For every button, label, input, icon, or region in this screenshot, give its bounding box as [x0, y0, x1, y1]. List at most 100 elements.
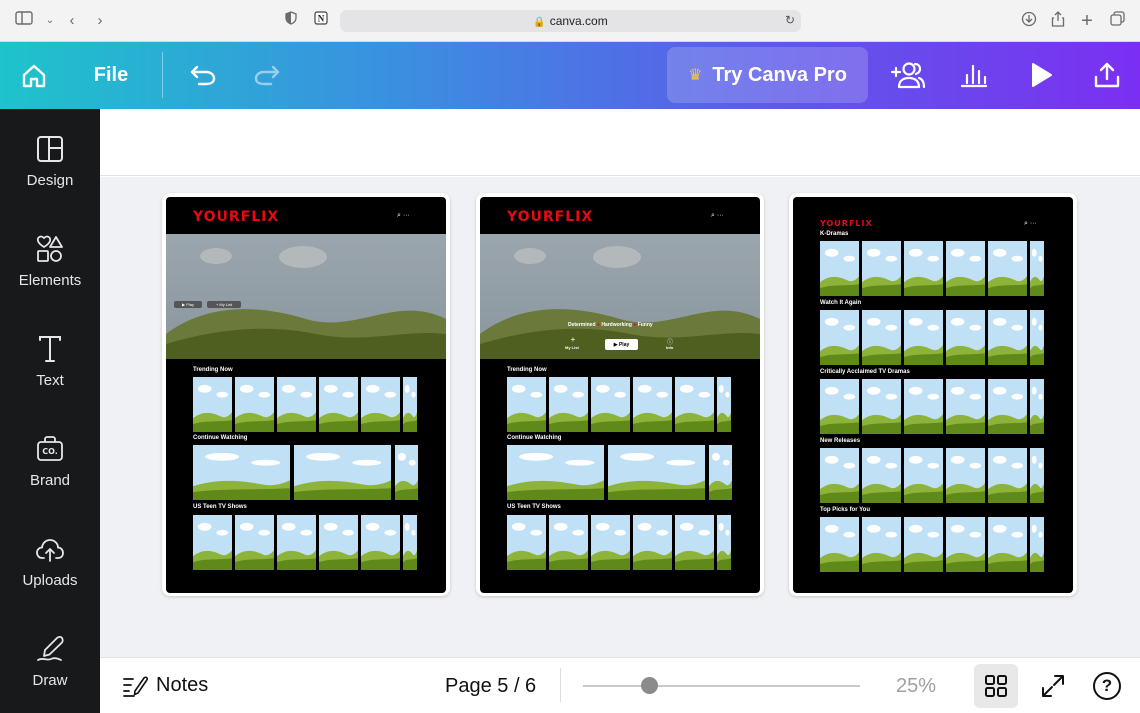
yourflix-logo: YOURFLIX	[507, 209, 594, 225]
thumbnail-tile	[946, 517, 985, 572]
sidebar-toggle-icon[interactable]	[14, 11, 34, 31]
thumbnail-tile	[988, 241, 1027, 296]
page-canvas: YOURFLIX ⌕ ··· ▶ Play + My List Trending…	[166, 197, 446, 593]
grid-view-button[interactable]	[974, 664, 1018, 708]
page-canvas: YOURFLIX ⌕ ··· Determined ● Hardworking …	[480, 197, 760, 593]
sidebar-item-brand[interactable]: CO. Brand	[0, 409, 100, 499]
page-thumbnail-5[interactable]: YOURFLIX ⌕ ··· Determined ● Hardworking …	[476, 193, 764, 596]
zoom-slider-track[interactable]	[583, 685, 860, 687]
file-menu-button[interactable]: File	[86, 60, 136, 90]
thumbnail-tile	[862, 517, 901, 572]
present-play-icon[interactable]	[1022, 56, 1060, 94]
hero-banner: ▶ Play + My List	[166, 234, 446, 359]
download-icon[interactable]	[1019, 11, 1039, 31]
text-icon	[39, 336, 61, 362]
thumbnail-tile	[549, 377, 588, 432]
hero-banner: Determined ● Hardworking ● Funny + My Li…	[480, 234, 760, 359]
redo-icon[interactable]	[250, 58, 284, 92]
shapes-icon	[36, 235, 63, 262]
shield-icon[interactable]	[281, 11, 301, 31]
sidebar-item-draw[interactable]: Draw	[0, 609, 100, 699]
url-text: canva.com	[549, 14, 608, 28]
undo-icon[interactable]	[186, 58, 220, 92]
back-icon[interactable]: ‹	[62, 11, 82, 31]
expand-icon	[1042, 675, 1064, 697]
sidebar-item-design[interactable]: Design	[0, 109, 100, 199]
thumbnail-tile	[820, 448, 859, 503]
insights-chart-icon[interactable]	[955, 56, 993, 94]
thumbnail-tile	[1030, 379, 1044, 434]
chevron-down-icon[interactable]: ⌄	[40, 11, 60, 31]
thumbnail-tile	[549, 515, 588, 570]
row-label: Continue Watching	[507, 435, 562, 441]
thumbnail-tile	[633, 377, 672, 432]
thumbnail-tile	[862, 448, 901, 503]
reload-icon[interactable]: ↻	[785, 13, 795, 27]
context-toolbar	[100, 109, 1140, 176]
notes-button[interactable]: Notes	[122, 674, 208, 697]
page-canvas: YOURFLIX ⌕ ··· K-Dramas Watch It Again C…	[793, 197, 1073, 593]
hero-my-list-button: + My List	[207, 301, 241, 308]
layout-icon	[37, 136, 63, 162]
search-icon: ⌕ ···	[711, 212, 724, 219]
thumbnail-tile	[235, 515, 274, 570]
thumbnail-tile	[1030, 241, 1044, 296]
sidebar-item-label: Draw	[32, 672, 68, 689]
zoom-slider-handle[interactable]	[641, 677, 658, 694]
notion-extension-icon[interactable]: N	[311, 11, 331, 31]
sidebar-item-text[interactable]: Text	[0, 309, 100, 399]
thumbnail-tile	[277, 377, 316, 432]
row-label: Continue Watching	[193, 435, 248, 441]
thumbnail-tile	[862, 241, 901, 296]
page-thumbnail-4[interactable]: YOURFLIX ⌕ ··· ▶ Play + My List Trending…	[162, 193, 450, 596]
thumbnail-tile	[820, 379, 859, 434]
try-canva-pro-button[interactable]: ♛ Try Canva Pro	[667, 47, 868, 103]
sidebar-item-label: Text	[36, 372, 64, 389]
thumbnail-tile	[717, 515, 731, 570]
thumbnail-tile	[1030, 517, 1044, 572]
svg-text:CO.: CO.	[42, 447, 58, 456]
share-upload-icon[interactable]	[1088, 56, 1126, 94]
thumbnail-tile	[633, 515, 672, 570]
crown-icon: ♛	[688, 67, 703, 84]
hero-my-list-label: My List	[565, 345, 579, 350]
row-label: US Teen TV Shows	[507, 504, 561, 510]
tagline-word: Funny	[637, 322, 653, 328]
thumbnail-tile	[395, 445, 418, 500]
thumbnail-tile	[862, 310, 901, 365]
tabs-overview-icon[interactable]	[1107, 11, 1127, 31]
row-label: Trending Now	[193, 367, 233, 373]
thumbnail-tile	[507, 515, 546, 570]
thumbnail-tile	[235, 377, 274, 432]
grid-icon	[985, 675, 1007, 697]
sidebar-item-label: Uploads	[22, 572, 78, 589]
thumbnail-tile	[820, 241, 859, 296]
page-thumbnail-6[interactable]: YOURFLIX ⌕ ··· K-Dramas Watch It Again C…	[789, 193, 1077, 596]
sidebar-item-elements[interactable]: Elements	[0, 209, 100, 299]
thumbnail-tile	[862, 379, 901, 434]
forward-icon[interactable]: ›	[90, 11, 110, 31]
thumbnail-tile	[193, 515, 232, 570]
fullscreen-button[interactable]	[1037, 670, 1069, 702]
notes-icon	[123, 675, 148, 697]
thumbnail-tile	[988, 448, 1027, 503]
new-tab-icon[interactable]: +	[1077, 11, 1097, 31]
thumbnail-tile	[904, 379, 943, 434]
hero-play-button: ▶ Play	[605, 339, 638, 350]
share-icon[interactable]	[1048, 11, 1068, 31]
thumbnail-tile	[319, 515, 358, 570]
yourflix-logo: YOURFLIX	[820, 219, 873, 228]
thumbnail-tile	[946, 379, 985, 434]
add-collaborators-icon[interactable]	[888, 56, 928, 94]
page-indicator[interactable]: Page 5 / 6	[445, 675, 536, 698]
thumbnail-tile	[361, 515, 400, 570]
question-icon: ?	[1101, 676, 1113, 695]
hero-tagline: Determined ● Hardworking ● Funny	[568, 322, 653, 328]
zoom-level[interactable]: 25%	[896, 675, 936, 698]
sidebar-item-uploads[interactable]: Uploads	[0, 509, 100, 599]
thumbnail-tile	[904, 310, 943, 365]
home-icon[interactable]	[14, 56, 54, 96]
help-button[interactable]: ?	[1093, 672, 1121, 700]
thumbnail-tile	[277, 515, 316, 570]
address-bar[interactable]: 🔒 canva.com ↻	[340, 10, 801, 32]
